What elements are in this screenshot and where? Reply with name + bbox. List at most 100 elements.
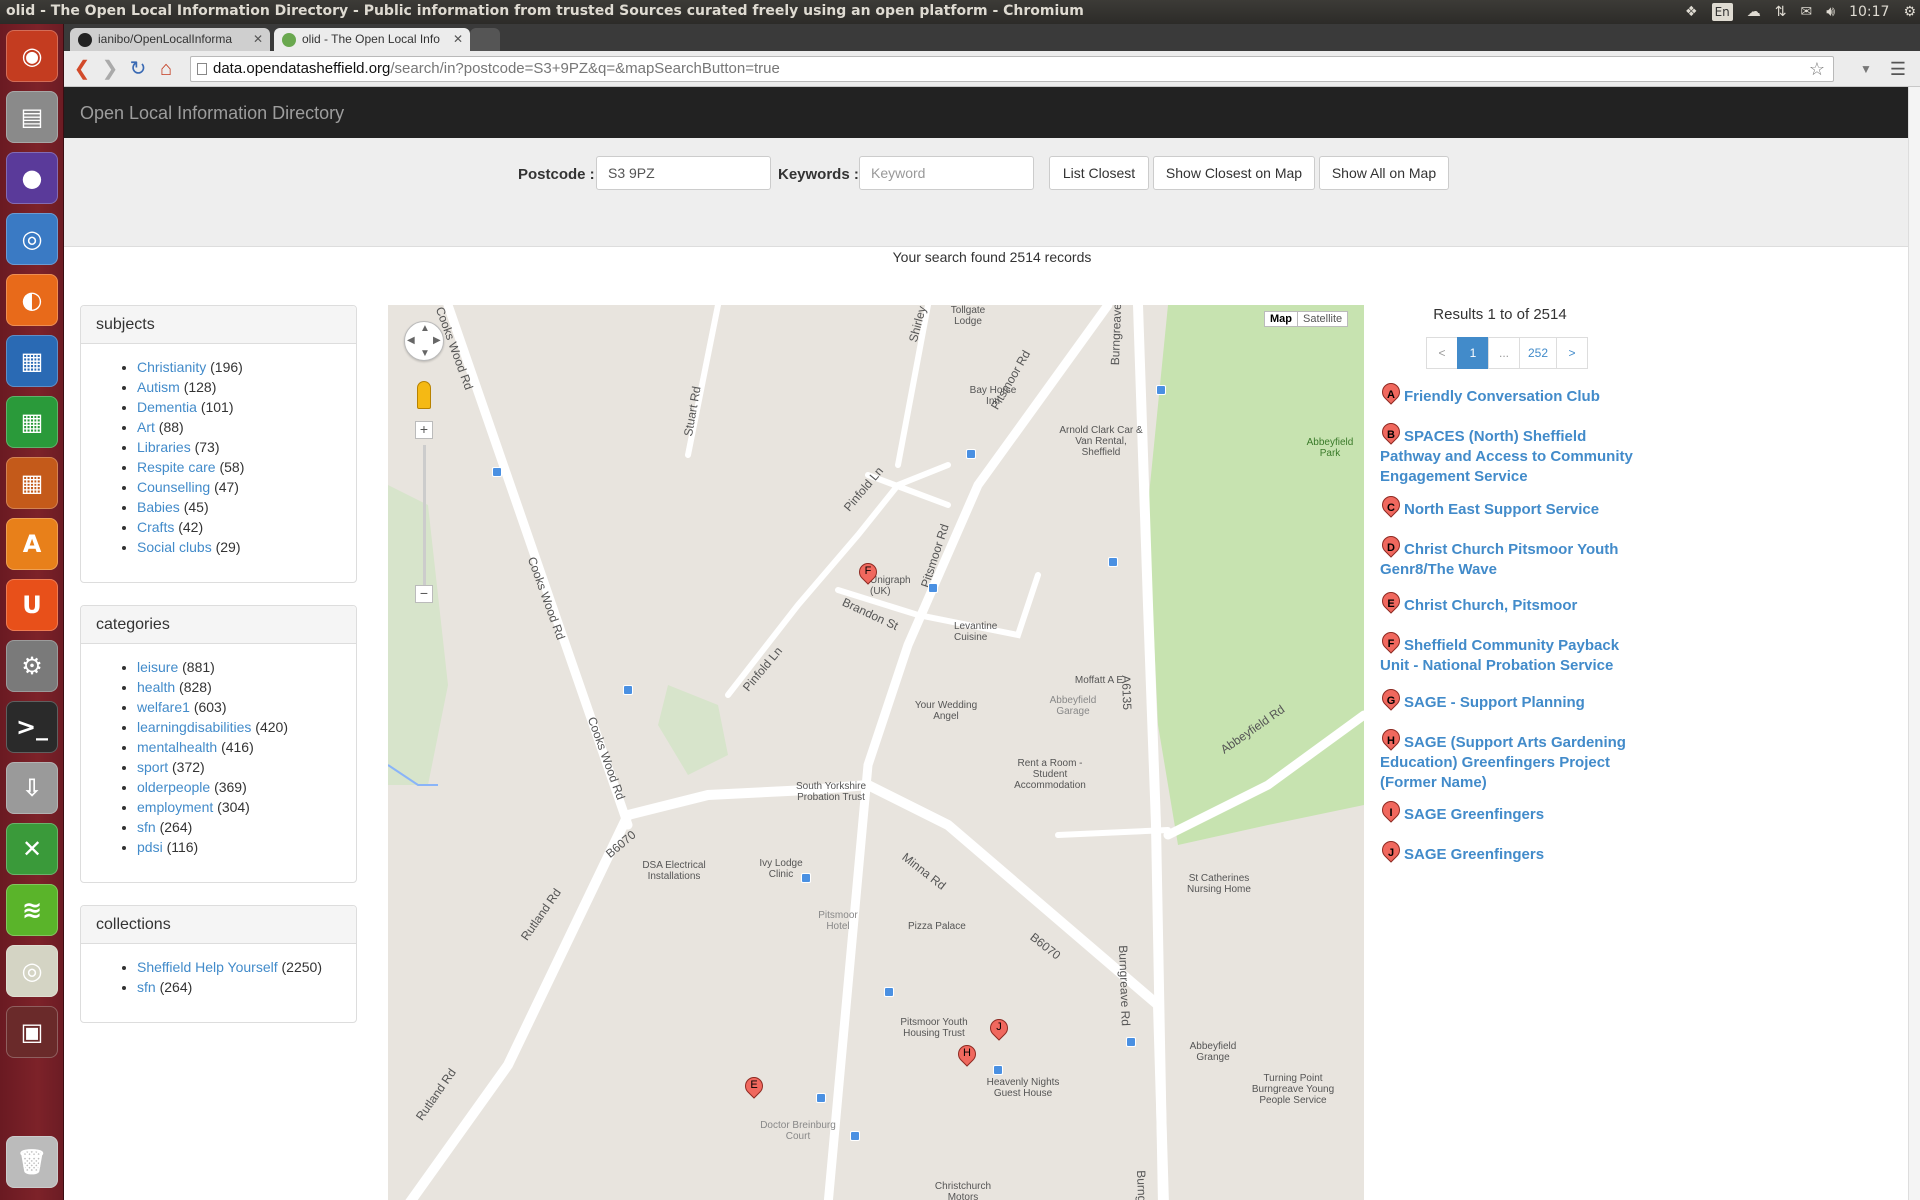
files-launcher-icon[interactable]: ▤: [6, 91, 58, 143]
map-marker-J[interactable]: J: [986, 1015, 1012, 1047]
categories-link[interactable]: sport: [137, 759, 168, 775]
speaker-launcher-icon[interactable]: ◎: [6, 945, 58, 997]
chevron-up-icon[interactable]: ▲: [420, 323, 430, 334]
categories-link[interactable]: sfn: [137, 819, 156, 835]
chevron-left-icon[interactable]: ◀: [407, 335, 415, 346]
subjects-link[interactable]: Babies: [137, 499, 180, 515]
pagination-page-last[interactable]: 252: [1519, 337, 1558, 369]
gear-icon[interactable]: ⚙: [1903, 0, 1916, 24]
result-title-link[interactable]: Sheffield Community Payback Unit - Natio…: [1380, 636, 1650, 676]
bus-stop-icon[interactable]: [966, 449, 976, 459]
result-item[interactable]: C North East Support Service: [1378, 492, 1650, 520]
close-icon[interactable]: ✕: [453, 32, 463, 46]
subjects-link[interactable]: Art: [137, 419, 155, 435]
eclipse-launcher-icon[interactable]: ●: [6, 152, 58, 204]
installer-launcher-icon[interactable]: ⇩: [6, 762, 58, 814]
ubuntu-dash-launcher-icon[interactable]: ◉: [6, 30, 58, 82]
software-center-launcher-icon[interactable]: A: [6, 518, 58, 570]
reload-button[interactable]: ↻: [126, 56, 150, 82]
subjects-link[interactable]: Christianity: [137, 359, 206, 375]
bus-stop-icon[interactable]: [1108, 557, 1118, 567]
categories-link[interactable]: pdsi: [137, 839, 163, 855]
categories-link[interactable]: mentalhealth: [137, 739, 217, 755]
zoom-slider[interactable]: [423, 445, 426, 585]
collections-link[interactable]: sfn: [137, 979, 156, 995]
categories-link[interactable]: learningdisabilities: [137, 719, 251, 735]
result-title-link[interactable]: SAGE Greenfingers: [1380, 845, 1650, 865]
map-marker-E[interactable]: E: [741, 1073, 767, 1105]
keyboard-layout-indicator[interactable]: En: [1711, 3, 1733, 21]
result-item[interactable]: I SAGE Greenfingers: [1378, 797, 1650, 825]
result-title-link[interactable]: Christ Church, Pitsmoor: [1380, 596, 1650, 616]
terminal-launcher-icon[interactable]: >_: [6, 701, 58, 753]
bus-stop-icon[interactable]: [1126, 1037, 1136, 1047]
pan-control[interactable]: ▲ ▼ ◀ ▶: [404, 321, 444, 361]
volume-icon[interactable]: 🔊︎: [1826, 0, 1835, 24]
network-icon[interactable]: ⇅: [1775, 0, 1787, 24]
subjects-link[interactable]: Crafts: [137, 519, 174, 535]
subjects-link[interactable]: Libraries: [137, 439, 191, 455]
home-button[interactable]: ⌂: [154, 56, 178, 82]
result-title-link[interactable]: SAGE - Support Planning: [1380, 693, 1650, 713]
result-title-link[interactable]: Friendly Conversation Club: [1380, 387, 1650, 407]
bus-stop-icon[interactable]: [993, 1065, 1003, 1075]
writer-launcher-icon[interactable]: ▦: [6, 335, 58, 387]
cloud-icon[interactable]: ☁: [1747, 0, 1761, 24]
result-title-link[interactable]: SAGE (Support Arts Gardening Education) …: [1380, 733, 1650, 793]
forward-button[interactable]: ❯: [98, 56, 122, 82]
back-button[interactable]: ❮: [70, 56, 94, 82]
show-closest-on-map-button[interactable]: Show Closest on Map: [1153, 156, 1315, 190]
chevron-down-icon[interactable]: ▼: [420, 348, 430, 359]
mail-icon[interactable]: ✉: [1801, 0, 1813, 24]
zoom-out-button[interactable]: −: [415, 585, 433, 603]
list-closest-button[interactable]: List Closest: [1049, 156, 1149, 190]
result-title-link[interactable]: North East Support Service: [1380, 500, 1650, 520]
menu-icon[interactable]: ☰: [1886, 56, 1910, 82]
show-all-on-map-button[interactable]: Show All on Map: [1319, 156, 1449, 190]
result-item[interactable]: B SPACES (North) Sheffield Pathway and Ac…: [1378, 419, 1650, 487]
spotify-launcher-icon[interactable]: ≋: [6, 884, 58, 936]
result-item[interactable]: E Christ Church, Pitsmoor: [1378, 588, 1650, 616]
firefox-launcher-icon[interactable]: ◐: [6, 274, 58, 326]
tab-github[interactable]: ianibo/OpenLocalInforma ✕: [70, 28, 270, 51]
site-brand[interactable]: Open Local Information Directory: [80, 103, 344, 124]
bus-stop-icon[interactable]: [850, 1131, 860, 1141]
result-item[interactable]: F Sheffield Community Payback Unit - Nati…: [1378, 628, 1650, 676]
subjects-link[interactable]: Respite care: [137, 459, 216, 475]
pagination-next[interactable]: >: [1556, 337, 1589, 369]
categories-link[interactable]: employment: [137, 799, 213, 815]
postcode-input[interactable]: [596, 156, 771, 190]
map-marker-H[interactable]: H: [954, 1041, 980, 1073]
result-item[interactable]: H SAGE (Support Arts Gardening Education)…: [1378, 725, 1650, 793]
result-item[interactable]: D Christ Church Pitsmoor Youth Genr8/The …: [1378, 532, 1650, 580]
bus-stop-icon[interactable]: [801, 873, 811, 883]
map-marker-F[interactable]: F: [855, 559, 881, 591]
tab-olid[interactable]: olid - The Open Local Info ✕: [274, 28, 470, 51]
vertical-scrollbar[interactable]: [1908, 87, 1920, 1200]
keyword-input[interactable]: [859, 156, 1034, 190]
bus-stop-icon[interactable]: [928, 583, 938, 593]
impress-launcher-icon[interactable]: ▦: [6, 457, 58, 509]
bus-stop-icon[interactable]: [884, 987, 894, 997]
subjects-link[interactable]: Social clubs: [137, 539, 212, 555]
ubuntu-one-launcher-icon[interactable]: U: [6, 579, 58, 631]
close-icon[interactable]: ✕: [253, 32, 263, 46]
pagination-prev[interactable]: <: [1426, 337, 1458, 369]
categories-link[interactable]: health: [137, 679, 175, 695]
map-type-satellite-button[interactable]: Satellite: [1297, 311, 1349, 327]
settings-launcher-icon[interactable]: ⚙: [6, 640, 58, 692]
bus-stop-icon[interactable]: [1156, 385, 1166, 395]
chevron-down-icon[interactable]: ▼: [1854, 56, 1878, 82]
pegman-icon[interactable]: [417, 381, 431, 409]
dropbox-icon[interactable]: ❖: [1685, 0, 1698, 24]
workspaces-launcher-icon[interactable]: ▣: [6, 1006, 58, 1058]
result-title-link[interactable]: Christ Church Pitsmoor Youth Genr8/The W…: [1380, 540, 1650, 580]
address-bar[interactable]: data.opendatasheffield.org/search/in?pos…: [190, 56, 1834, 82]
bus-stop-icon[interactable]: [816, 1093, 826, 1103]
bus-stop-icon[interactable]: [623, 685, 633, 695]
bus-stop-icon[interactable]: [492, 467, 502, 477]
result-item[interactable]: G SAGE - Support Planning: [1378, 685, 1650, 713]
chevron-right-icon[interactable]: ▶: [433, 335, 441, 346]
map-type-map-button[interactable]: Map: [1264, 311, 1298, 327]
result-title-link[interactable]: SPACES (North) Sheffield Pathway and Acc…: [1380, 427, 1650, 487]
